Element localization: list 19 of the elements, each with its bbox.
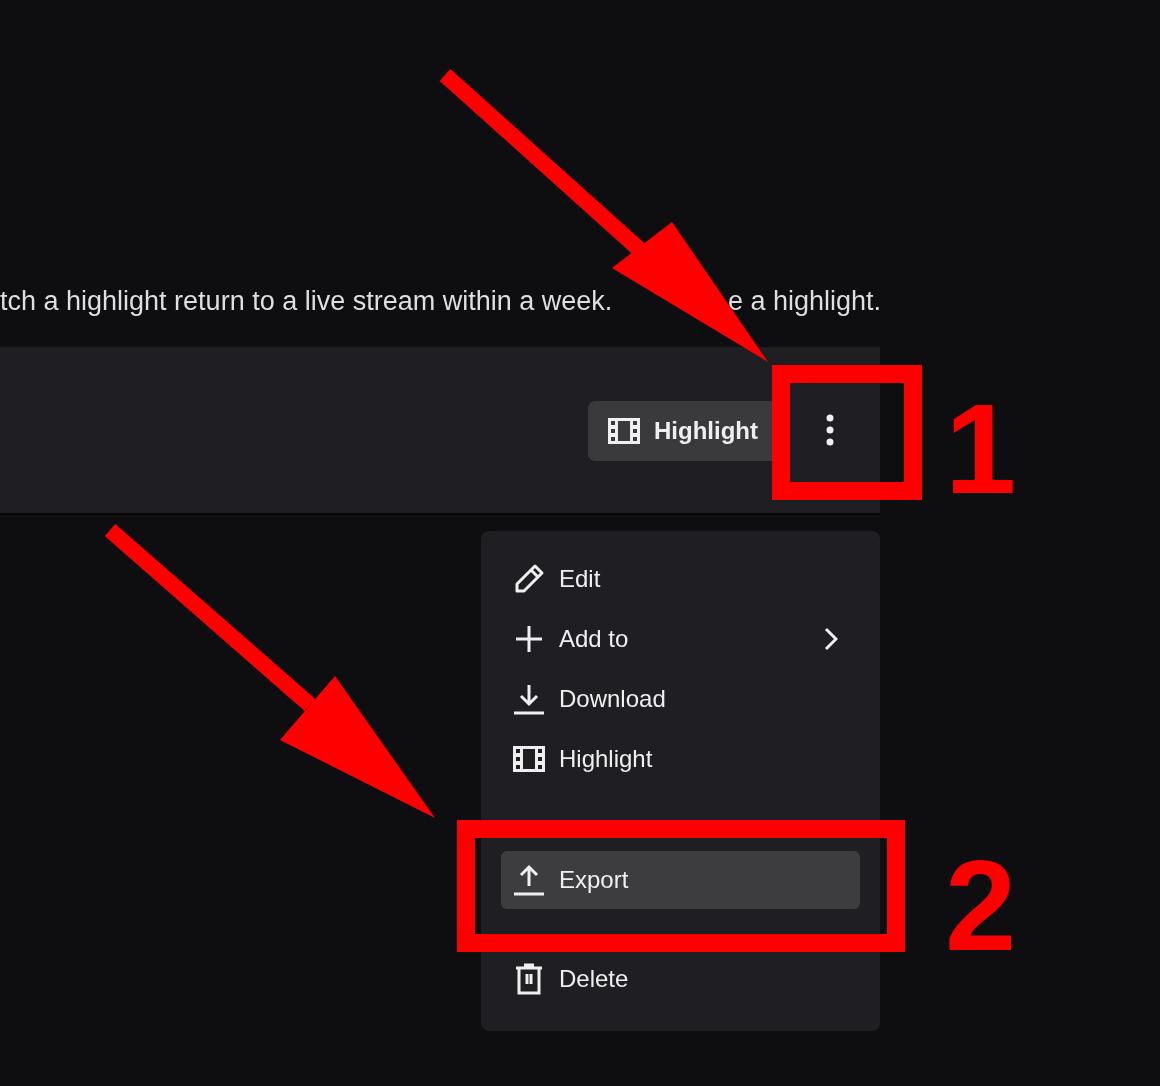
film-icon bbox=[608, 418, 641, 444]
pencil-icon bbox=[513, 563, 545, 595]
menu-item[interactable]: Download bbox=[501, 669, 860, 729]
step-number: 1 bbox=[945, 385, 1017, 513]
chevron-right-icon bbox=[824, 627, 838, 651]
menu-item[interactable]: Delete bbox=[501, 949, 860, 1009]
upload-icon bbox=[513, 864, 545, 896]
menu-item[interactable]: Export bbox=[501, 851, 860, 909]
menu-item[interactable]: Add to bbox=[501, 609, 860, 669]
menu-item[interactable]: Highlight bbox=[501, 729, 860, 789]
film-icon bbox=[513, 743, 545, 775]
trash-icon bbox=[513, 963, 545, 995]
description-text: tch a highlight return to a live stream within a week. bbox=[0, 286, 613, 316]
description-text: e a highlight. bbox=[728, 286, 882, 317]
step-number: 2 bbox=[945, 842, 1017, 970]
download-icon bbox=[513, 683, 545, 715]
menu-item[interactable]: Edit bbox=[501, 549, 860, 609]
plus-icon bbox=[513, 623, 545, 655]
more-icon bbox=[826, 414, 834, 446]
